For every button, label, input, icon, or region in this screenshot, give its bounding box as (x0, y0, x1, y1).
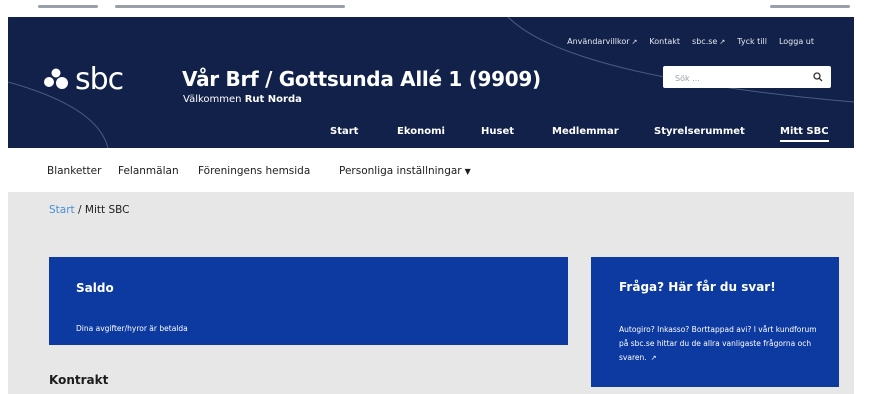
feedback-link[interactable]: Tyck till (737, 37, 767, 46)
secondary-nav: Blanketter Felanmälan Föreningens hemsid… (0, 148, 872, 192)
breadcrumb: Start / Mitt SBC (49, 204, 129, 216)
search-icon[interactable] (813, 72, 823, 82)
search-input[interactable] (663, 67, 803, 90)
nav-huset[interactable]: Huset (481, 126, 514, 137)
kontrakt-heading: Kontrakt (49, 373, 109, 387)
browser-top-strip (0, 0, 872, 17)
external-link-icon: ↗ (719, 38, 726, 46)
page-title: Vår Brf / Gottsunda Allé 1 (9909) (182, 67, 541, 91)
welcome-text: Välkommen Rut Norda (183, 94, 302, 105)
site-header: sbc Vår Brf / Gottsunda Allé 1 (9909) Vä… (8, 17, 854, 148)
nav-medlemmar[interactable]: Medlemmar (552, 126, 619, 137)
sbc-se-link-label: sbc.se (692, 37, 718, 46)
subnav-personliga-installningar-label: Personliga inställningar (339, 165, 462, 177)
subnav-blanketter[interactable]: Blanketter (47, 165, 101, 177)
breadcrumb-home-link[interactable]: Start (49, 204, 75, 216)
main-content: Start / Mitt SBC Saldo Dina avgifter/hyr… (8, 192, 854, 394)
logo-wordmark: sbc (75, 62, 124, 97)
utility-nav: Användarvillkor ↗ Kontakt sbc.se ↗ Tyck ti… (567, 37, 814, 46)
saldo-card: Saldo Dina avgifter/hyror är betalda (49, 257, 568, 345)
breadcrumb-separator: / (78, 204, 82, 216)
subnav-foreningens-hemsida[interactable]: Föreningens hemsida (198, 165, 310, 177)
nav-start[interactable]: Start (330, 126, 358, 137)
faq-card-body: Autogiro? Inkasso? Borttappad avi? I vår… (619, 325, 817, 362)
cropped-strip-mark (115, 5, 345, 8)
cropped-strip-mark (38, 5, 98, 8)
welcome-prefix: Välkommen (183, 94, 242, 105)
main-nav: Start Ekonomi Huset Medlemmar Styrelseru… (8, 126, 854, 144)
nav-mitt-sbc[interactable]: Mitt SBC (780, 126, 829, 142)
faq-card[interactable]: Fråga? Här får du svar! Autogiro? Inkass… (591, 257, 839, 387)
search-box (663, 66, 831, 90)
faq-card-title: Fråga? Här får du svar! (619, 280, 776, 294)
sbc-se-link[interactable]: sbc.se ↗ (692, 37, 725, 46)
cropped-strip-mark (770, 5, 850, 8)
subnav-personliga-installningar[interactable]: Personliga inställningar ▼ (339, 165, 471, 177)
saldo-card-text: Dina avgifter/hyror är betalda (76, 324, 188, 333)
contact-link[interactable]: Kontakt (649, 37, 680, 46)
sbc-logo-icon (44, 68, 68, 89)
caret-down-icon: ▼ (464, 167, 471, 176)
breadcrumb-current: Mitt SBC (84, 204, 130, 216)
faq-card-text: Autogiro? Inkasso? Borttappad avi? I vår… (619, 323, 819, 365)
user-name: Rut Norda (244, 94, 302, 105)
sbc-logo[interactable]: sbc (43, 62, 124, 97)
nav-styrelserummet[interactable]: Styrelserummet (654, 126, 745, 137)
subnav-felanmalan[interactable]: Felanmälan (118, 165, 179, 177)
terms-link[interactable]: Användarvillkor ↗ (567, 37, 637, 46)
external-link-icon: ↗ (631, 38, 638, 46)
terms-link-label: Användarvillkor (567, 37, 630, 46)
saldo-card-title: Saldo (76, 281, 114, 295)
nav-ekonomi[interactable]: Ekonomi (397, 126, 445, 137)
external-link-icon[interactable]: ↗ (651, 354, 657, 362)
logout-link[interactable]: Logga ut (779, 37, 814, 46)
